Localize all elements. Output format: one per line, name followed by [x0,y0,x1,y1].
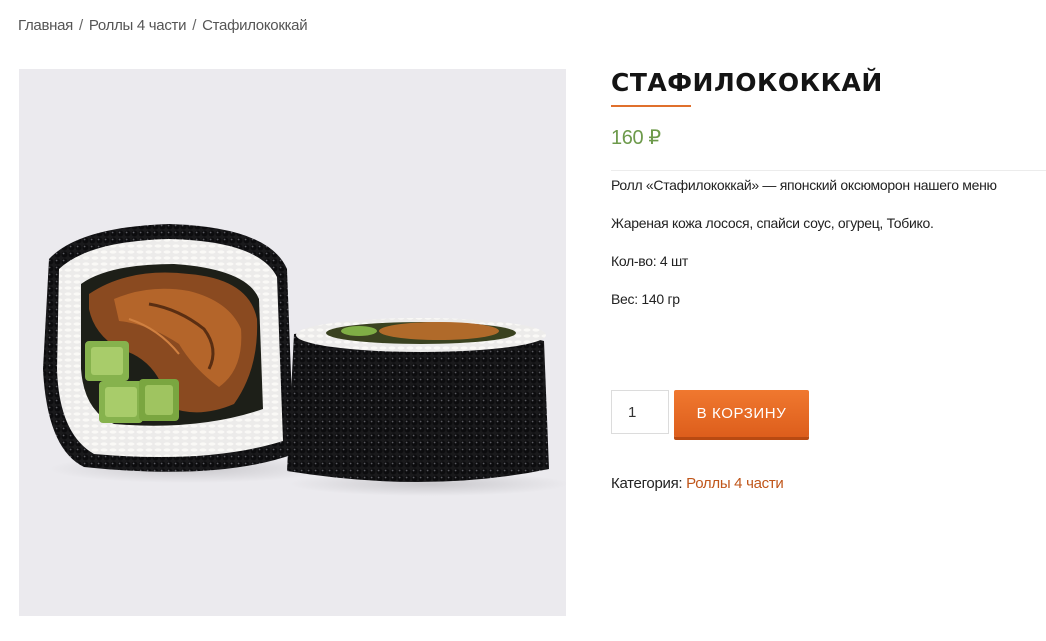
product-title: СТАФИЛОКОККАЙ [611,68,883,97]
divider [611,170,1046,171]
description-weight: Вес: 140 гр [611,291,680,307]
add-to-cart-form: В КОРЗИНУ [611,390,809,437]
description-ingredients: Жареная кожа лосося, спайси соус, огурец… [611,215,934,231]
breadcrumb-home-link[interactable]: Главная [18,17,73,34]
product-description: Ролл «Стафилококкай» — японский оксюморо… [611,175,1046,309]
category-label: Категория: [611,475,683,492]
breadcrumb-separator: / [192,17,197,34]
breadcrumb-current: Стафилококкай [202,17,308,34]
breadcrumb-category-link[interactable]: Роллы 4 части [89,17,187,34]
product-image[interactable] [19,69,566,616]
sushi-roll-illustration [43,224,566,496]
breadcrumb: Главная / Роллы 4 части / Стафилококкай [18,17,308,34]
breadcrumb-separator: / [79,17,83,34]
description-line: Ролл «Стафилококкай» — японский оксюморо… [611,177,997,193]
product-category: Категория: Роллы 4 части [611,475,784,492]
product-price: 160 ₽ [611,127,661,149]
title-underline [611,105,691,107]
add-to-cart-button[interactable]: В КОРЗИНУ [674,390,809,437]
category-link[interactable]: Роллы 4 части [686,475,784,492]
product-summary: СТАФИЛОКОККАЙ 160 ₽ Ролл «Стафилококкай»… [611,66,1046,309]
quantity-input[interactable] [611,390,669,434]
description-quantity: Кол-во: 4 шт [611,253,689,269]
